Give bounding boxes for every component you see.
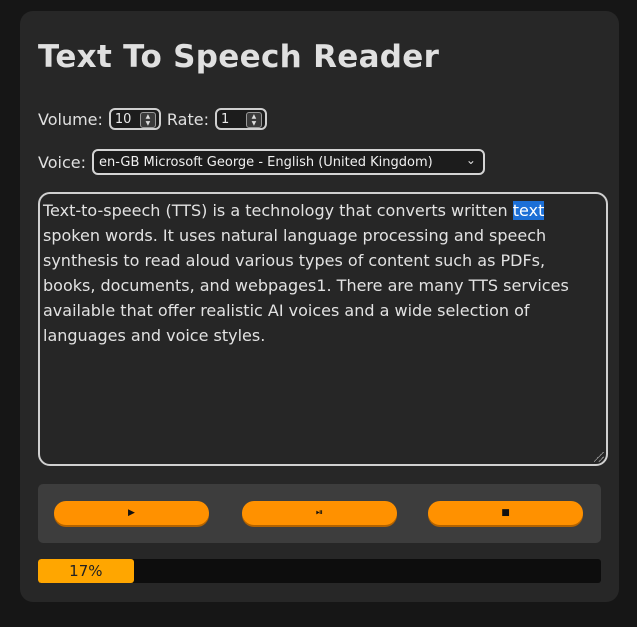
voice-row: Voice: en-GB Microsoft George - English …	[38, 149, 485, 175]
voice-label: Voice:	[38, 152, 86, 172]
stop-icon: ■	[501, 508, 510, 518]
chevron-up-icon[interactable]: ▲	[247, 113, 261, 120]
text-before-highlight: Text-to-speech (TTS) is a technology tha…	[43, 201, 513, 220]
page-title: Text To Speech Reader	[38, 39, 440, 75]
progress-fill: 17%	[38, 559, 134, 583]
progress-bar: 17%	[38, 559, 601, 583]
rate-input[interactable]: 1 ▲ ▼	[214, 108, 267, 130]
text-after-highlight: spoken words. It uses natural language p…	[43, 226, 569, 345]
chevron-down-icon[interactable]: ▼	[141, 120, 155, 127]
chevron-down-icon: ⌄	[465, 153, 476, 167]
chevron-up-icon[interactable]: ▲	[141, 113, 155, 120]
volume-input[interactable]: 10 ▲ ▼	[108, 108, 161, 130]
reader-card: Text To Speech Reader Volume: 10 ▲ ▼ Rat…	[20, 11, 619, 602]
resize-handle-icon[interactable]	[594, 452, 604, 462]
chevron-down-icon[interactable]: ▼	[247, 120, 261, 127]
voice-selected-value: en-GB Microsoft George - English (United…	[98, 155, 433, 170]
volume-value: 10	[114, 112, 132, 127]
text-input-area[interactable]: Text-to-speech (TTS) is a technology tha…	[38, 192, 608, 466]
pause-resume-button[interactable]: ⏯	[242, 501, 397, 525]
stop-button[interactable]: ■	[428, 501, 583, 525]
volume-label: Volume:	[38, 109, 103, 129]
play-icon: ▶	[128, 508, 135, 518]
highlighted-word: text	[512, 201, 545, 220]
rate-label: Rate:	[166, 109, 209, 129]
voice-select[interactable]: en-GB Microsoft George - English (United…	[91, 149, 485, 175]
settings-row: Volume: 10 ▲ ▼ Rate: 1 ▲ ▼	[38, 106, 273, 132]
progress-label: 17%	[69, 562, 103, 580]
play-pause-icon: ⏯	[315, 508, 324, 518]
volume-spinner[interactable]: ▲ ▼	[139, 112, 156, 128]
play-button[interactable]: ▶	[54, 501, 209, 525]
playback-controls: ▶ ⏯ ■	[38, 484, 601, 543]
rate-spinner[interactable]: ▲ ▼	[245, 112, 262, 128]
rate-value: 1	[220, 112, 230, 127]
